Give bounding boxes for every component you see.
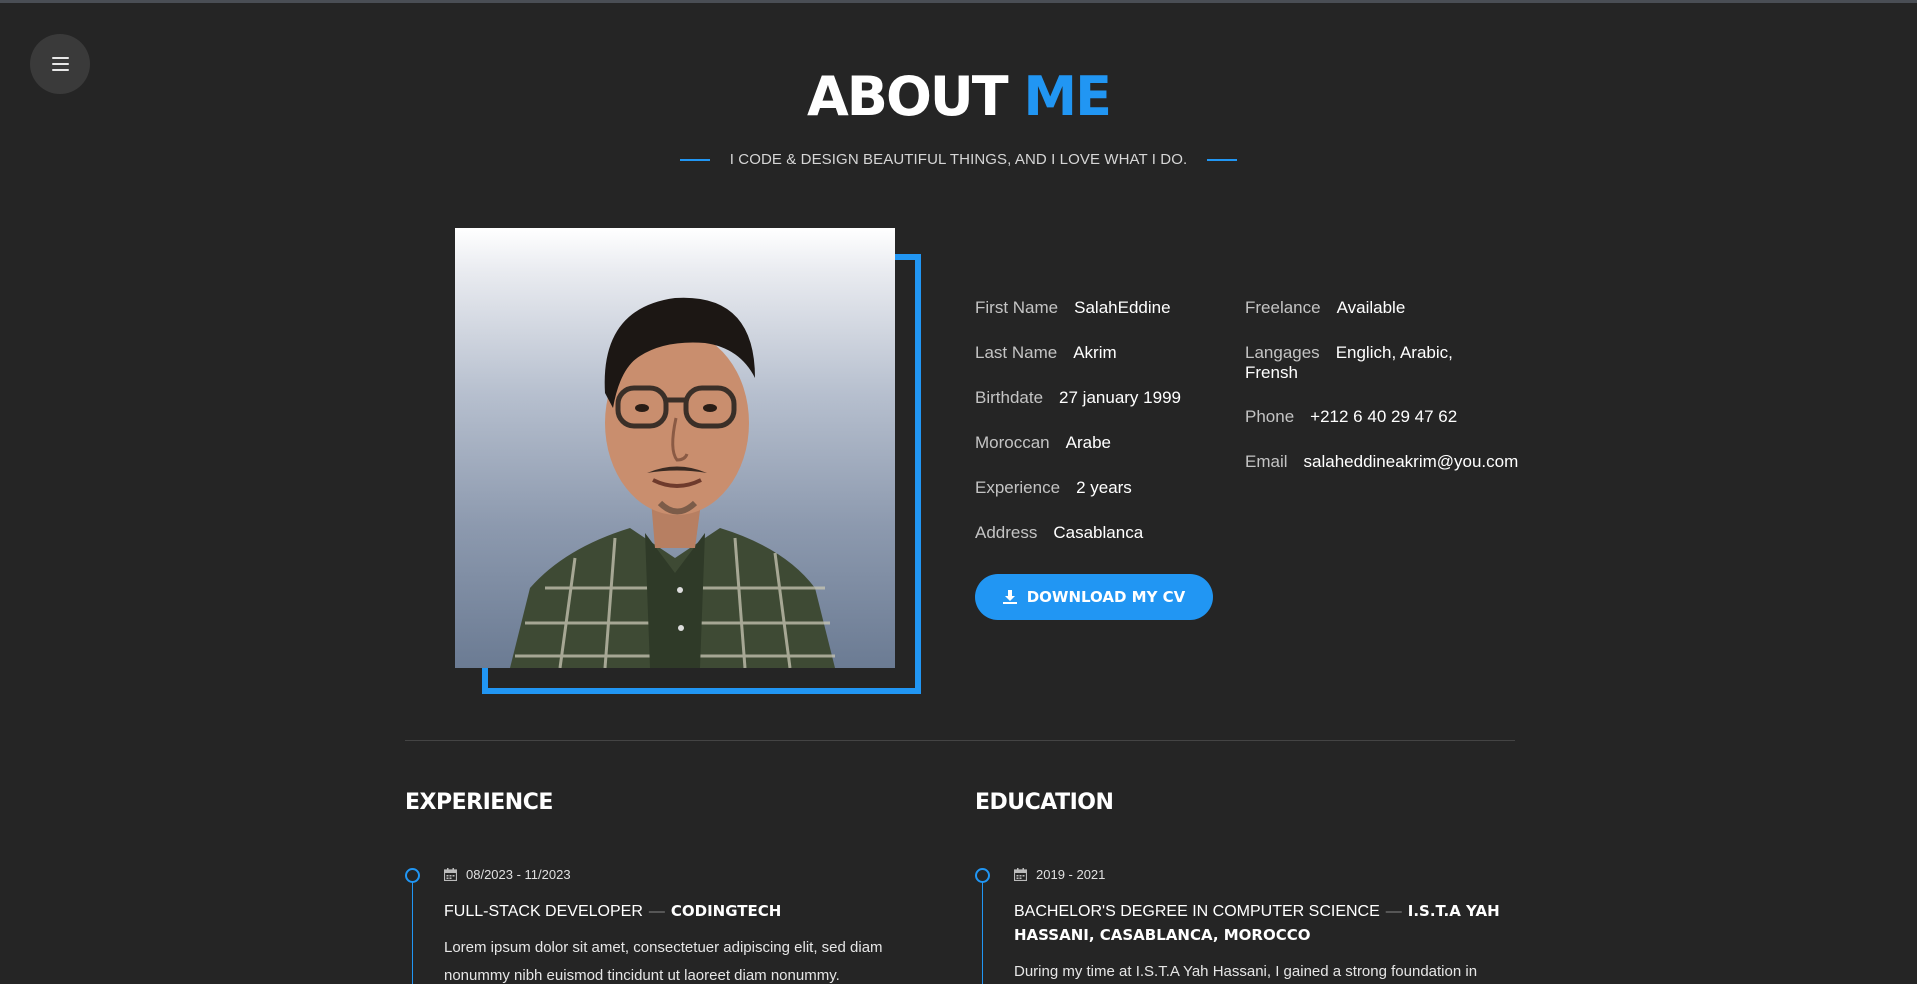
profile-photo (455, 228, 895, 668)
info-value: Akrim (1073, 343, 1117, 362)
info-languages: Langages Englich, Arabic, Frensh (1245, 343, 1475, 383)
education-degree: BACHELOR'S DEGREE IN COMPUTER SCIENCE — I.… (1014, 899, 1500, 924)
page-title-accent: ME (1023, 65, 1112, 128)
info-phone: Phone +212 6 40 29 47 62 (1245, 407, 1457, 427)
role-separator: — (648, 903, 665, 920)
info-label: Address (975, 523, 1038, 542)
calendar-icon (444, 868, 457, 881)
role-separator: — (1385, 903, 1402, 920)
info-label: Langages (1245, 343, 1320, 362)
info-freelance: Freelance Available (1245, 298, 1405, 318)
subtitle-dash-right (1207, 158, 1238, 161)
experience-role: FULL-STACK DEVELOPER — CODINGTECH (444, 899, 781, 924)
experience-date-text: 08/2023 - 11/2023 (466, 867, 571, 882)
education-degree-title: BACHELOR'S DEGREE IN COMPUTER SCIENCE (1014, 903, 1380, 920)
info-address: Address Casablanca (975, 523, 1143, 543)
info-last-name: Last Name Akrim (975, 343, 1117, 363)
info-value: Arabe (1065, 433, 1112, 452)
education-school-line2: HASSANI, CASABLANCA, MOROCCO (1014, 926, 1311, 944)
info-label: Last Name (975, 343, 1058, 362)
section-divider (405, 740, 1515, 741)
info-birthdate: Birthdate 27 january 1999 (975, 388, 1181, 408)
info-value: 27 january 1999 (1059, 388, 1181, 407)
download-icon (1002, 590, 1017, 604)
experience-description-line2: nonummy nibh euismod tincidunt ut laoree… (444, 967, 840, 984)
experience-heading: EXPERIENCE (405, 790, 553, 815)
portrait-illustration (510, 297, 835, 668)
education-date-text: 2019 - 2021 (1036, 867, 1106, 882)
education-school-line1: I.S.T.A YAH (1407, 902, 1500, 920)
education-school: HASSANI, CASABLANCA, MOROCCO (1014, 923, 1311, 948)
info-value: 2 years (1076, 478, 1132, 497)
info-label: Email (1245, 452, 1288, 471)
info-first-name: First Name SalahEddine (975, 298, 1171, 318)
info-label: Phone (1245, 407, 1295, 426)
education-heading: EDUCATION (975, 790, 1114, 815)
education-date: 2019 - 2021 (1014, 867, 1105, 882)
info-label: Experience (975, 478, 1061, 497)
info-value: salaheddineakrim@you.com (1303, 452, 1519, 471)
experience-timeline-dot (405, 868, 420, 883)
experience-date: 08/2023 - 11/2023 (444, 867, 571, 882)
education-description-line1: During my time at I.S.T.A Yah Hassani, I… (1014, 963, 1478, 980)
subtitle-row: I CODE & DESIGN BEAUTIFUL THINGS, AND I … (0, 151, 1917, 168)
download-cv-button[interactable]: DOWNLOAD MY CV (975, 574, 1213, 620)
page-subtitle: I CODE & DESIGN BEAUTIFUL THINGS, AND I … (729, 151, 1188, 168)
experience-description-line1: Lorem ipsum dolor sit amet, consectetuer… (444, 939, 883, 956)
experience-timeline-line (412, 875, 413, 984)
info-value: +212 6 40 29 47 62 (1310, 407, 1458, 426)
info-label: Birthdate (975, 388, 1044, 407)
education-timeline-dot (975, 868, 990, 883)
page-title: ABOUT ME (0, 62, 1917, 132)
experience-company: CODINGTECH (670, 902, 782, 920)
subtitle-dash-left (679, 158, 710, 161)
info-label: Freelance (1245, 298, 1321, 317)
download-cv-label: DOWNLOAD MY CV (1026, 588, 1186, 606)
info-value: Casablanca (1053, 523, 1144, 542)
page-title-main: ABOUT (807, 65, 1009, 128)
education-timeline-line (982, 875, 983, 984)
info-email: Email salaheddineakrim@you.com (1245, 452, 1518, 472)
info-experience: Experience 2 years (975, 478, 1132, 498)
info-nationality: Moroccan Arabe (975, 433, 1111, 453)
window-top-border (0, 0, 1917, 3)
info-value: SalahEddine (1074, 298, 1171, 317)
experience-role-title: FULL-STACK DEVELOPER (444, 903, 643, 920)
calendar-icon (1014, 868, 1027, 881)
info-label: Moroccan (975, 433, 1050, 452)
info-value: Available (1336, 298, 1406, 317)
info-label: First Name (975, 298, 1059, 317)
